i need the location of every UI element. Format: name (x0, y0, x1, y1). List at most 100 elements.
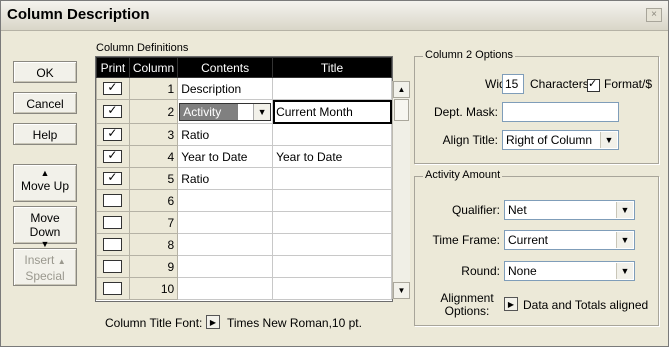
scroll-thumb[interactable] (394, 99, 409, 121)
column-definitions-label: Column Definitions (96, 42, 189, 54)
move-up-button[interactable]: ▲ Move Up (13, 164, 77, 202)
font-picker-icon[interactable]: ▶ (206, 315, 220, 329)
print-checkbox[interactable] (103, 237, 123, 251)
print-checkbox[interactable] (103, 148, 123, 163)
table-row[interactable]: 2Activity ▼Current Month (96, 99, 392, 124)
chevron-down-icon[interactable]: ▼ (600, 132, 617, 148)
column-options-group: Column 2 Options Width: 15 Characters Fo… (414, 49, 659, 164)
time-frame-select[interactable]: Current ▼ (504, 230, 635, 250)
activity-amount-group: Activity Amount Qualifier: Net ▼ Time Fr… (414, 169, 659, 326)
header-contents: Contents (177, 57, 274, 78)
header-column: Column (128, 57, 179, 78)
dept-mask-label: Dept. Mask: (433, 105, 498, 119)
column-title-font-label: Column Title Font: (105, 316, 203, 330)
column-title-font-value: Times New Roman,10 pt. (227, 316, 362, 330)
print-cell[interactable] (96, 145, 130, 168)
table-row[interactable]: 3Ratio (96, 123, 392, 146)
table-row[interactable]: 9 (96, 255, 392, 278)
scroll-up-icon[interactable]: ▲ (393, 81, 410, 98)
print-checkbox[interactable] (103, 193, 123, 207)
print-cell[interactable] (96, 123, 130, 146)
title-cell[interactable] (272, 77, 392, 100)
print-cell[interactable] (96, 211, 130, 234)
time-frame-value: Current (508, 233, 549, 247)
print-checkbox[interactable] (103, 80, 123, 95)
contents-cell[interactable] (177, 211, 274, 234)
table-row[interactable]: 8 (96, 233, 392, 256)
print-cell[interactable] (96, 277, 130, 300)
alignment-options-value: Data and Totals aligned (523, 298, 649, 312)
width-input[interactable]: 15 (502, 74, 524, 94)
title-cell[interactable] (272, 123, 392, 146)
contents-cell[interactable]: Ratio (177, 123, 274, 146)
table-row[interactable]: 1Description (96, 77, 392, 100)
column-number-cell: 10 (128, 277, 179, 300)
insert-label: Insert (24, 253, 55, 267)
contents-cell[interactable] (177, 277, 274, 300)
qualifier-select[interactable]: Net ▼ (504, 200, 635, 220)
table-row[interactable]: 4Year to DateYear to Date (96, 145, 392, 168)
alignment-options-icon[interactable]: ▶ (504, 297, 518, 311)
chevron-down-icon[interactable]: ▼ (616, 263, 633, 279)
activity-amount-title: Activity Amount (423, 169, 503, 181)
print-cell[interactable] (96, 167, 130, 190)
scroll-down-icon[interactable]: ▼ (393, 282, 410, 299)
contents-cell[interactable] (177, 233, 274, 256)
contents-cell[interactable] (177, 255, 274, 278)
chevron-down-icon[interactable]: ▼ (616, 232, 633, 248)
print-cell[interactable] (96, 233, 130, 256)
grid-header-row: Print Column Contents Title (96, 57, 392, 78)
close-icon[interactable]: × (646, 8, 662, 22)
print-checkbox[interactable] (103, 170, 123, 185)
table-row[interactable]: 10 (96, 277, 392, 300)
format-checkbox[interactable] (587, 77, 600, 92)
title-cell[interactable]: Current Month (272, 99, 392, 124)
help-button[interactable]: Help (13, 123, 77, 145)
print-checkbox[interactable] (103, 259, 123, 273)
contents-cell[interactable]: Description (177, 77, 274, 100)
column-number-cell: 7 (128, 211, 179, 234)
format-label: Format/$ (604, 77, 653, 91)
cancel-button[interactable]: Cancel (13, 92, 77, 114)
print-checkbox[interactable] (103, 103, 123, 118)
print-cell[interactable] (96, 255, 130, 278)
contents-select[interactable]: Activity ▼ (179, 102, 272, 121)
title-cell[interactable] (272, 211, 392, 234)
print-checkbox[interactable] (103, 126, 123, 141)
title-cell[interactable]: Year to Date (272, 145, 392, 168)
print-checkbox[interactable] (103, 281, 123, 295)
ok-button[interactable]: OK (13, 61, 77, 83)
title-cell[interactable] (272, 277, 392, 300)
grid-scrollbar[interactable]: ▲ ▼ (392, 81, 410, 299)
print-cell[interactable] (96, 99, 130, 124)
title-cell[interactable] (272, 167, 392, 190)
table-row[interactable]: 7 (96, 211, 392, 234)
insert-special-button[interactable]: Insert ▲ Special (13, 248, 77, 286)
header-print: Print (96, 57, 130, 78)
title-cell[interactable] (272, 233, 392, 256)
move-down-label: Move Down (29, 211, 61, 239)
align-title-select[interactable]: Right of Column ▼ (502, 130, 619, 150)
print-checkbox[interactable] (103, 215, 123, 229)
contents-cell[interactable]: Ratio (177, 167, 274, 190)
print-cell[interactable] (96, 189, 130, 212)
move-down-button[interactable]: Move Down ▼ (13, 206, 77, 249)
chevron-down-icon[interactable]: ▼ (616, 202, 633, 218)
contents-cell[interactable]: Year to Date (177, 145, 274, 168)
contents-cell[interactable]: Activity ▼ (177, 99, 274, 124)
table-row[interactable]: 5Ratio (96, 167, 392, 190)
round-value: None (508, 264, 537, 278)
title-cell[interactable] (272, 255, 392, 278)
chevron-down-icon[interactable]: ▼ (253, 103, 271, 120)
column-number-cell: 9 (128, 255, 179, 278)
dept-mask-input[interactable] (502, 102, 619, 122)
alignment-label-line-2: Options: (444, 304, 490, 318)
table-row[interactable]: 6 (96, 189, 392, 212)
up-arrow-icon: ▲ (40, 168, 50, 178)
print-cell[interactable] (96, 77, 130, 100)
title-cell[interactable] (272, 189, 392, 212)
header-title: Title (272, 57, 392, 78)
round-select[interactable]: None ▼ (504, 261, 635, 281)
special-label: Special (25, 269, 65, 283)
contents-cell[interactable] (177, 189, 274, 212)
